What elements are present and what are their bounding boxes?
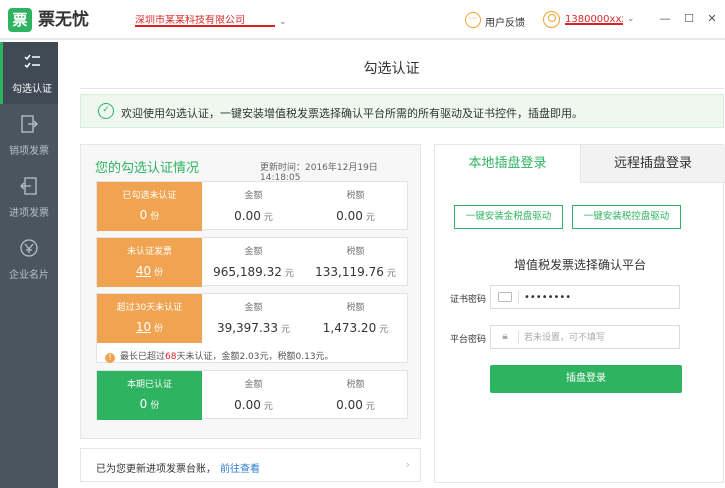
card-tag[interactable]: 未认证发票 40 份 [97,238,202,287]
tab-local-login[interactable]: 本地插盘登录 [435,145,580,183]
view-ledger-link[interactable]: 前往查看 [220,464,260,475]
check-circle-icon: ✓ [98,103,114,119]
amount-value: 0.00 元 [234,398,273,412]
card-label: 未认证发票 [126,247,172,257]
sidebar-item-check-certify[interactable]: 勾选认证 [0,42,58,104]
sidebar: 勾选认证 销项发票 进项发票 企业名片 [0,42,58,488]
tax-header: 税额 [346,303,365,313]
amount-value: 0.00 元 [234,209,273,223]
chevron-right-icon[interactable]: › [406,458,410,471]
tax-value: 0.00 元 [336,209,375,223]
amount-header: 金额 [244,303,263,313]
sidebar-item-business-card[interactable]: 企业名片 [0,228,58,290]
tab-remote-login[interactable]: 远程插盘登录 [580,145,725,183]
install-gold-tax-driver-button[interactable]: 一键安装金税盘驱动 [454,205,563,229]
tax-header: 税额 [346,191,365,201]
main-content: 勾选认证 ✓ 欢迎使用勾选认证，一键安装增值税发票选择确认平台所需的所有驱动及证… [58,42,725,488]
usb-login-button[interactable]: 插盘登录 [490,365,682,393]
maximize-icon[interactable]: ☐ [682,12,696,26]
warning-icon: ! [105,353,115,363]
amount-header: 金额 [244,247,263,257]
install-tax-control-driver-button[interactable]: 一键安装税控盘驱动 [572,205,681,229]
certify-summary-panel: 您的勾选认证情况 更新时间：2016年12月19日 14:18:05 已勾选未认… [80,144,421,439]
card-tag[interactable]: 本期已认证 0份 [97,371,202,420]
app-logo-icon: 票 [8,8,32,32]
title-bar: 票 票无忧 深圳市某某科技有限公司 ⌄ ··· 用户反馈 1380000xxxx… [0,0,725,40]
business-card-icon [20,239,38,257]
company-selector[interactable]: 深圳市某某科技有限公司 [135,15,275,27]
checklist-icon [24,54,40,69]
card-tag[interactable]: 已勾选未认证 0份 [97,182,202,231]
cert-password-field[interactable] [490,285,680,309]
card-selected-uncertified: 已勾选未认证 0份 金额 0.00 元 税额 0.00 元 [96,181,408,231]
tax-value: 0.00 元 [336,398,375,412]
card-count-link[interactable]: 10 份 [97,320,202,334]
tax-header: 税额 [346,380,365,390]
welcome-banner: ✓ 欢迎使用勾选认证，一键安装增值税发票选择确认平台所需的所有驱动及证书控件，插… [80,94,724,128]
sidebar-item-label: 企业名片 [9,270,49,281]
platform-title: 增值税发票选择确认平台 [513,258,646,272]
card-icon [498,292,512,302]
amount-value: 965,189.32 元 [213,265,294,279]
divider [80,88,724,89]
sidebar-item-label: 进项发票 [9,208,49,219]
invoice-in-icon [20,177,37,195]
app-name: 票无忧 [38,10,89,30]
lock-icon: 🔒︎ [502,331,508,342]
platform-password-input[interactable] [524,328,674,346]
feedback-link[interactable]: 用户反馈 [485,14,525,29]
card-uncertified: 未认证发票 40 份 金额 965,189.32 元 税额 133,119.76 元 [96,237,408,287]
close-icon[interactable]: ✕ [705,12,719,26]
card-tag[interactable]: 超过30天未认证 10 份 [97,294,202,343]
card-label: 本期已认证 [126,380,172,390]
tax-value: 1,473.20 元 [322,321,389,335]
user-name[interactable]: 1380000xxxx [565,14,623,25]
card-count: 0份 [139,208,160,222]
sidebar-item-purchase-invoice[interactable]: 进项发票 [0,166,58,228]
tax-value: 133,119.76 元 [315,265,396,279]
cert-password-input[interactable] [524,288,674,306]
overdue-note: ! 最长已超过68天未认证，金额2.03元，税额0.13元。 [105,349,334,363]
notice-text: 已为您更新进项发票台账， 前往查看 [96,464,260,475]
feedback-icon[interactable]: ··· [465,12,481,28]
amount-value: 39,397.33 元 [216,321,291,335]
sidebar-item-label: 销项发票 [9,146,49,157]
user-menu-chevron-icon[interactable]: ⌄ [627,14,635,24]
card-overdue-30-days: 超过30天未认证 10 份 金额 39,397.33 元 税额 1,473.20 元 … [96,293,408,363]
platform-password-field[interactable]: 🔒︎ [490,325,680,349]
sidebar-item-sales-invoice[interactable]: 销项发票 [0,104,58,166]
summary-title: 您的勾选认证情况 [95,161,200,176]
cert-password-label: 证书密码 [450,295,487,305]
amount-header: 金额 [244,191,263,201]
card-count-link[interactable]: 40 份 [97,264,202,278]
platform-password-label: 平台密码 [450,335,487,345]
sidebar-item-label: 勾选认证 [12,84,52,95]
user-avatar-icon[interactable] [543,11,560,28]
minimize-icon[interactable]: — [658,12,672,26]
chevron-down-icon[interactable]: ⌄ [279,17,287,27]
login-panel: 本地插盘登录 远程插盘登录 一键安装金税盘驱动 一键安装税控盘驱动 增值税发票选… [434,144,725,483]
card-label: 超过30天未认证 [116,303,183,313]
tax-header: 税额 [346,247,365,257]
card-certified-this-period: 本期已认证 0份 金额 0.00 元 税额 0.00 元 [96,370,408,420]
ledger-update-notice: 已为您更新进项发票台账， 前往查看 › [80,448,421,482]
update-time: 更新时间：2016年12月19日 14:18:05 [260,163,378,183]
invoice-out-icon [21,115,38,133]
card-count: 0份 [139,397,160,411]
amount-header: 金额 [244,380,263,390]
page-title: 勾选认证 [363,61,420,77]
card-label: 已勾选未认证 [122,191,177,201]
welcome-text: 欢迎使用勾选认证，一键安装增值税发票选择确认平台所需的所有驱动及证书控件，插盘即… [121,107,583,120]
